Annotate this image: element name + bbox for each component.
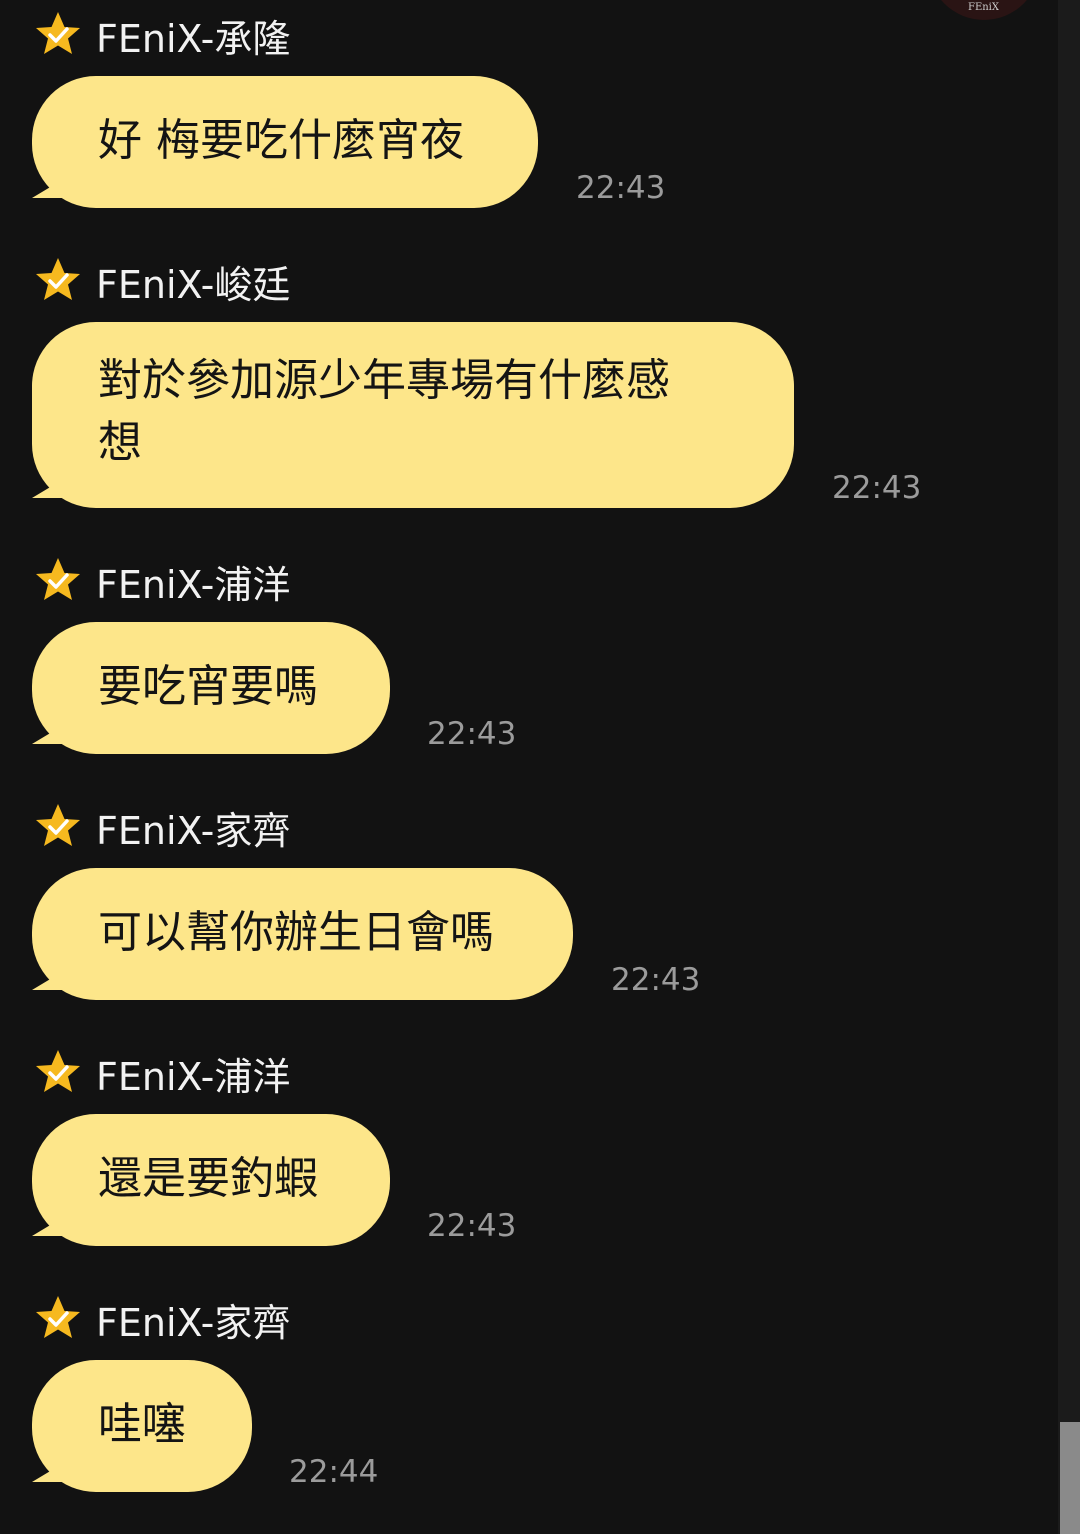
message-text: 對於參加源少年專場有什麼感: [98, 355, 670, 406]
message-bubble[interactable]: 可以幫你辦生日會嗎: [32, 868, 573, 1000]
message-text: 想: [98, 417, 142, 468]
scrollbar-thumb[interactable]: [1060, 1422, 1080, 1534]
chat-message-list[interactable]: FEniX-承隆 好 梅要吃什麼宵夜 22:43 FEniX-峻廷 對於參加源少…: [0, 0, 1058, 1534]
message-time: 22:43: [427, 1208, 517, 1244]
sender-name: FEniX-家齊: [96, 809, 291, 853]
scrollbar[interactable]: [1058, 0, 1080, 1534]
star-check-icon: [36, 12, 80, 54]
message-bubble[interactable]: 對於參加源少年專場有什麼感 想: [32, 322, 794, 508]
message-text: 可以幫你辦生日會嗎: [98, 907, 494, 958]
message-bubble[interactable]: 好 梅要吃什麼宵夜: [32, 76, 538, 208]
message-text: 要吃宵要嗎: [98, 661, 318, 712]
message-time: 22:43: [427, 716, 517, 752]
message: FEniX-峻廷 對於參加源少年專場有什麼感 想 22:43: [0, 246, 1000, 536]
star-check-icon: [36, 258, 80, 300]
star-check-icon: [36, 1050, 80, 1092]
message-time: 22:44: [289, 1454, 379, 1490]
sender-name: FEniX-浦洋: [96, 1055, 291, 1099]
message: FEniX-浦洋 還是要釣蝦 22:43: [0, 1038, 1000, 1278]
sender-name: FEniX-峻廷: [96, 263, 291, 307]
sender-name: FEniX-浦洋: [96, 563, 291, 607]
message-bubble[interactable]: 要吃宵要嗎: [32, 622, 390, 754]
message: FEniX-家齊 可以幫你辦生日會嗎 22:43: [0, 792, 1000, 1032]
message-text: 還是要釣蝦: [98, 1153, 318, 1204]
sender-name: FEniX-承隆: [96, 17, 291, 61]
sender-name: FEniX-家齊: [96, 1301, 291, 1345]
star-check-icon: [36, 1296, 80, 1338]
star-check-icon: [36, 558, 80, 600]
message-text: 哇噻: [98, 1399, 186, 1450]
message: FEniX-承隆 好 梅要吃什麼宵夜 22:43: [0, 0, 1000, 240]
message-time: 22:43: [832, 470, 922, 506]
message-bubble[interactable]: 哇噻: [32, 1360, 252, 1492]
message-time: 22:43: [576, 170, 666, 206]
message: FEniX-家齊 哇噻 22:44: [0, 1284, 1000, 1524]
message-time: 22:43: [611, 962, 701, 998]
message: FEniX-浦洋 要吃宵要嗎 22:43: [0, 546, 1000, 786]
message-text: 好 梅要吃什麼宵夜: [98, 115, 464, 166]
star-check-icon: [36, 804, 80, 846]
message-bubble[interactable]: 還是要釣蝦: [32, 1114, 390, 1246]
